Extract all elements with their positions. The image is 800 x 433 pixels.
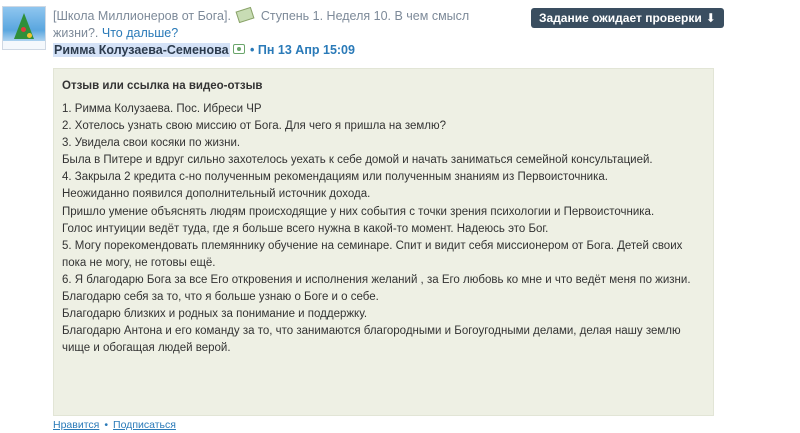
task-status-label: Задание ожидает проверки bbox=[539, 11, 702, 25]
text-line: Неожиданно появился дополнительный источ… bbox=[62, 188, 371, 201]
text-line: 6. Я благодарю Бога за все Его откровени… bbox=[62, 273, 691, 286]
feedback-panel: Отзыв или ссылка на видео-отзыв 1. Римма… bbox=[53, 68, 714, 416]
feedback-text: 1. Римма Колузаева. Пос. Ибреси ЧР 2. Хо… bbox=[62, 101, 707, 357]
like-link[interactable]: Нравится bbox=[53, 419, 99, 431]
text-line: Была в Питере и вдруг сильно захотелось … bbox=[62, 154, 653, 167]
ornament-icon bbox=[27, 33, 32, 38]
text-line: Благодарю себя за то, что я больше узнаю… bbox=[62, 291, 379, 304]
text-line: 3. Увидела свои косяки по жизни. bbox=[62, 137, 241, 150]
post-header: [Школа Миллионеров от Бога]. Ступень 1. … bbox=[53, 6, 503, 42]
snow-ground bbox=[3, 41, 45, 49]
panel-title: Отзыв или ссылка на видео-отзыв bbox=[62, 80, 263, 92]
author-line: Римма Колузаева-Семенова • Пн 13 Апр 15:… bbox=[53, 42, 355, 58]
text-line: 2. Хотелось узнать свою миссию от Бога. … bbox=[62, 120, 447, 133]
text-line: Благодарю Антона и его команду за то, чт… bbox=[62, 325, 681, 355]
next-link[interactable]: Что дальше? bbox=[102, 26, 178, 40]
arrow-down-icon: ⬇ bbox=[705, 11, 716, 25]
author-name[interactable]: Римма Колузаева-Семенова bbox=[53, 43, 230, 57]
text-line: 5. Могу порекомендовать племяннику обуче… bbox=[62, 239, 683, 269]
footer-separator: • bbox=[104, 419, 109, 431]
subscribe-link[interactable]: Подписаться bbox=[113, 419, 176, 431]
text-line: 1. Римма Колузаева. Пос. Ибреси ЧР bbox=[62, 103, 262, 115]
money-icon bbox=[235, 6, 255, 24]
separator-dot: • bbox=[250, 43, 255, 57]
avatar[interactable] bbox=[2, 6, 46, 50]
task-status-button[interactable]: Задание ожидает проверки ⬇ bbox=[531, 8, 724, 28]
online-status-icon bbox=[232, 44, 245, 54]
post-footer: Нравится • Подписаться bbox=[53, 419, 176, 431]
text-line: Благодарю близких и родных за понимание … bbox=[62, 308, 368, 321]
text-line: 4. Закрыла 2 кредита с-но полученным рек… bbox=[62, 171, 608, 184]
school-name: [Школа Миллионеров от Бога]. bbox=[53, 9, 231, 23]
ornament-icon bbox=[21, 27, 26, 32]
text-line: Пришло умение объяснять людям происходящ… bbox=[62, 205, 655, 218]
post-date[interactable]: Пн 13 Апр 15:09 bbox=[258, 43, 355, 57]
text-line: Голос интуиции ведёт туда, где я больше … bbox=[62, 222, 549, 235]
